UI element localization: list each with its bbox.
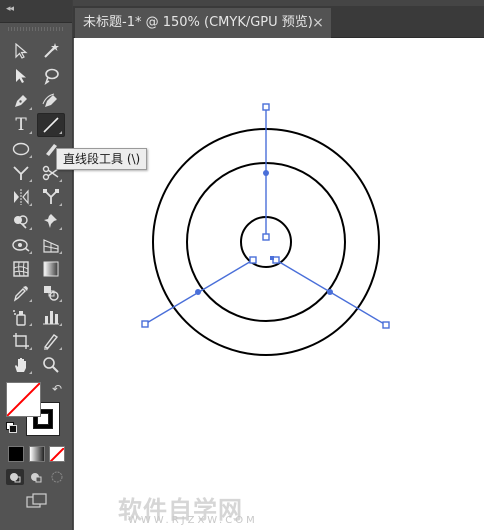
none-slash-icon xyxy=(7,383,40,416)
ellipse-tool[interactable] xyxy=(8,138,34,160)
pin-icon xyxy=(44,214,57,228)
draw-behind-icon xyxy=(31,473,42,483)
reflect-icon xyxy=(14,189,29,205)
reflect-tool[interactable] xyxy=(8,186,34,208)
artboard-label-dot xyxy=(270,256,274,260)
collapse-panel-icon[interactable]: ◂◂ xyxy=(6,4,14,14)
arrow-outline-icon xyxy=(15,43,28,59)
center-point xyxy=(327,289,333,295)
selection-tool[interactable] xyxy=(8,40,34,62)
gradient-mesh-tool[interactable] xyxy=(8,258,34,280)
lasso-icon xyxy=(44,68,59,85)
anchor-point[interactable] xyxy=(141,320,149,328)
none-slash-icon xyxy=(50,447,64,461)
draw-behind-button[interactable] xyxy=(27,469,45,485)
curvature-pen-icon xyxy=(42,93,57,107)
arrow-filled-icon xyxy=(16,69,26,83)
line-segment-tool[interactable] xyxy=(37,113,65,137)
grid-icon xyxy=(13,261,29,277)
close-tab-icon[interactable]: × xyxy=(311,8,325,38)
eyedropper-icon xyxy=(13,286,28,302)
free-transform-icon xyxy=(43,189,59,204)
line-icon xyxy=(43,117,59,133)
symbol-sprayer-tool[interactable] xyxy=(8,306,34,328)
shape-builder-tool[interactable] xyxy=(8,210,34,232)
bar-graph-icon xyxy=(43,311,59,325)
watermark-url: WWW.RJZXW.COM xyxy=(128,515,258,526)
gradient-icon xyxy=(43,261,59,277)
document-tab[interactable]: 未标题-1* @ 150% (CMYK/GPU 预览) × xyxy=(75,8,331,38)
artwork[interactable] xyxy=(74,38,484,530)
gradient-button[interactable] xyxy=(29,446,45,462)
spray-icon xyxy=(13,310,26,326)
draw-normal-button[interactable] xyxy=(6,469,24,485)
perspective-icon xyxy=(12,239,30,252)
perspective-tool[interactable] xyxy=(8,234,34,256)
center-point xyxy=(195,289,201,295)
shaper-tool[interactable] xyxy=(8,162,34,184)
artboard-canvas[interactable] xyxy=(74,38,484,530)
type-tool-label: T xyxy=(15,115,27,135)
hand-tool[interactable] xyxy=(8,354,34,376)
selected-line-segments[interactable] xyxy=(141,103,390,329)
ellipse-icon xyxy=(12,142,30,156)
panel-grip[interactable] xyxy=(8,27,64,31)
direct-selection-tool[interactable] xyxy=(8,65,34,87)
document-tab-title: 未标题-1* @ 150% (CMYK/GPU 预览) xyxy=(83,15,313,30)
gradient-tool[interactable] xyxy=(38,258,64,280)
type-tool[interactable]: T xyxy=(8,114,34,136)
screen-mode-icon xyxy=(26,493,47,508)
eyedropper-tool[interactable] xyxy=(8,282,34,304)
draw-inside-button[interactable] xyxy=(48,469,66,485)
hand-icon xyxy=(15,358,26,372)
free-transform-tool[interactable] xyxy=(38,186,64,208)
artboard-tool[interactable] xyxy=(8,330,34,352)
tools-panel: ◂◂ T ↶ xyxy=(0,0,73,530)
magic-wand-icon xyxy=(44,43,59,58)
mesh-tool[interactable] xyxy=(38,234,64,256)
tools-panel-header: ◂◂ xyxy=(0,0,72,23)
pin-tool[interactable] xyxy=(38,210,64,232)
artboard-icon xyxy=(13,333,29,349)
slice-tool[interactable] xyxy=(38,330,64,352)
swap-fill-stroke-icon[interactable]: ↶ xyxy=(52,382,62,396)
mesh-icon xyxy=(43,239,59,253)
anchor-point[interactable] xyxy=(382,321,390,329)
color-button[interactable] xyxy=(8,446,24,462)
pen-tool[interactable] xyxy=(8,90,34,112)
center-point xyxy=(263,170,269,176)
anchor-point[interactable] xyxy=(262,103,270,111)
slice-icon xyxy=(43,334,59,350)
anchor-point[interactable] xyxy=(249,256,257,264)
tool-tooltip: 直线段工具 (\) xyxy=(56,148,148,170)
screen-mode-button[interactable] xyxy=(25,493,49,511)
anchor-point[interactable] xyxy=(262,233,270,241)
fill-stroke-control: ↶ xyxy=(6,380,66,440)
draw-inside-icon xyxy=(51,471,63,483)
column-graph-tool[interactable] xyxy=(38,306,64,328)
magnifier-icon xyxy=(43,357,59,373)
document-tab-bar: 未标题-1* @ 150% (CMYK/GPU 预览) × xyxy=(73,0,484,38)
zoom-tool[interactable] xyxy=(38,354,64,376)
draw-normal-icon xyxy=(10,473,21,483)
lasso-tool[interactable] xyxy=(38,65,64,87)
shaper-icon xyxy=(13,166,29,180)
fill-swatch[interactable] xyxy=(6,382,41,417)
pen-icon xyxy=(15,95,27,107)
default-fill-stroke-icon[interactable] xyxy=(6,422,17,433)
magic-wand-tool[interactable] xyxy=(38,40,64,62)
blend-tool[interactable] xyxy=(38,282,64,304)
none-button[interactable] xyxy=(49,446,65,462)
blend-icon xyxy=(44,286,59,301)
shape-builder-icon xyxy=(14,215,28,229)
curvature-tool[interactable] xyxy=(38,90,64,112)
